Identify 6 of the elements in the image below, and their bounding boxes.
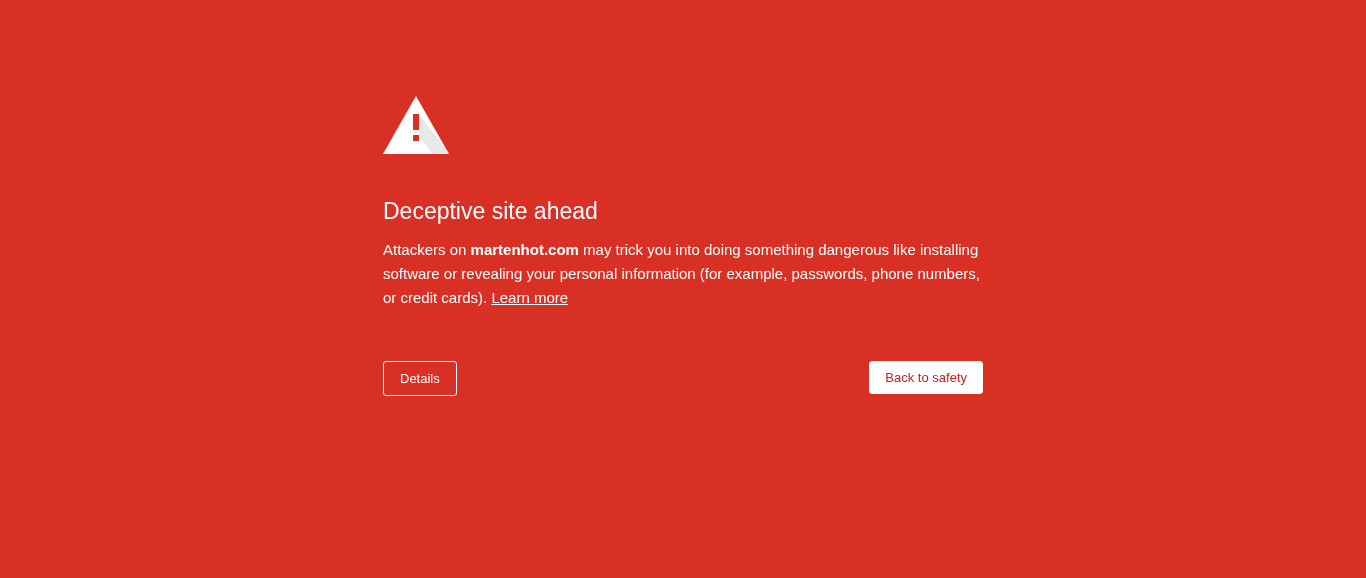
details-button[interactable]: Details [383, 361, 457, 396]
warning-message: Attackers on martenhot.com may trick you into doing something dangerous like installing software or revealing your personal information (for example, passwords, phone numbers, or credit cards). Learn more [383, 240, 981, 308]
warning-icon [383, 96, 449, 154]
learn-more-link[interactable]: Learn more [491, 289, 569, 306]
back-to-safety-button[interactable]: Back to safety [869, 361, 983, 394]
page-heading: Deceptive site ahead [383, 197, 599, 226]
